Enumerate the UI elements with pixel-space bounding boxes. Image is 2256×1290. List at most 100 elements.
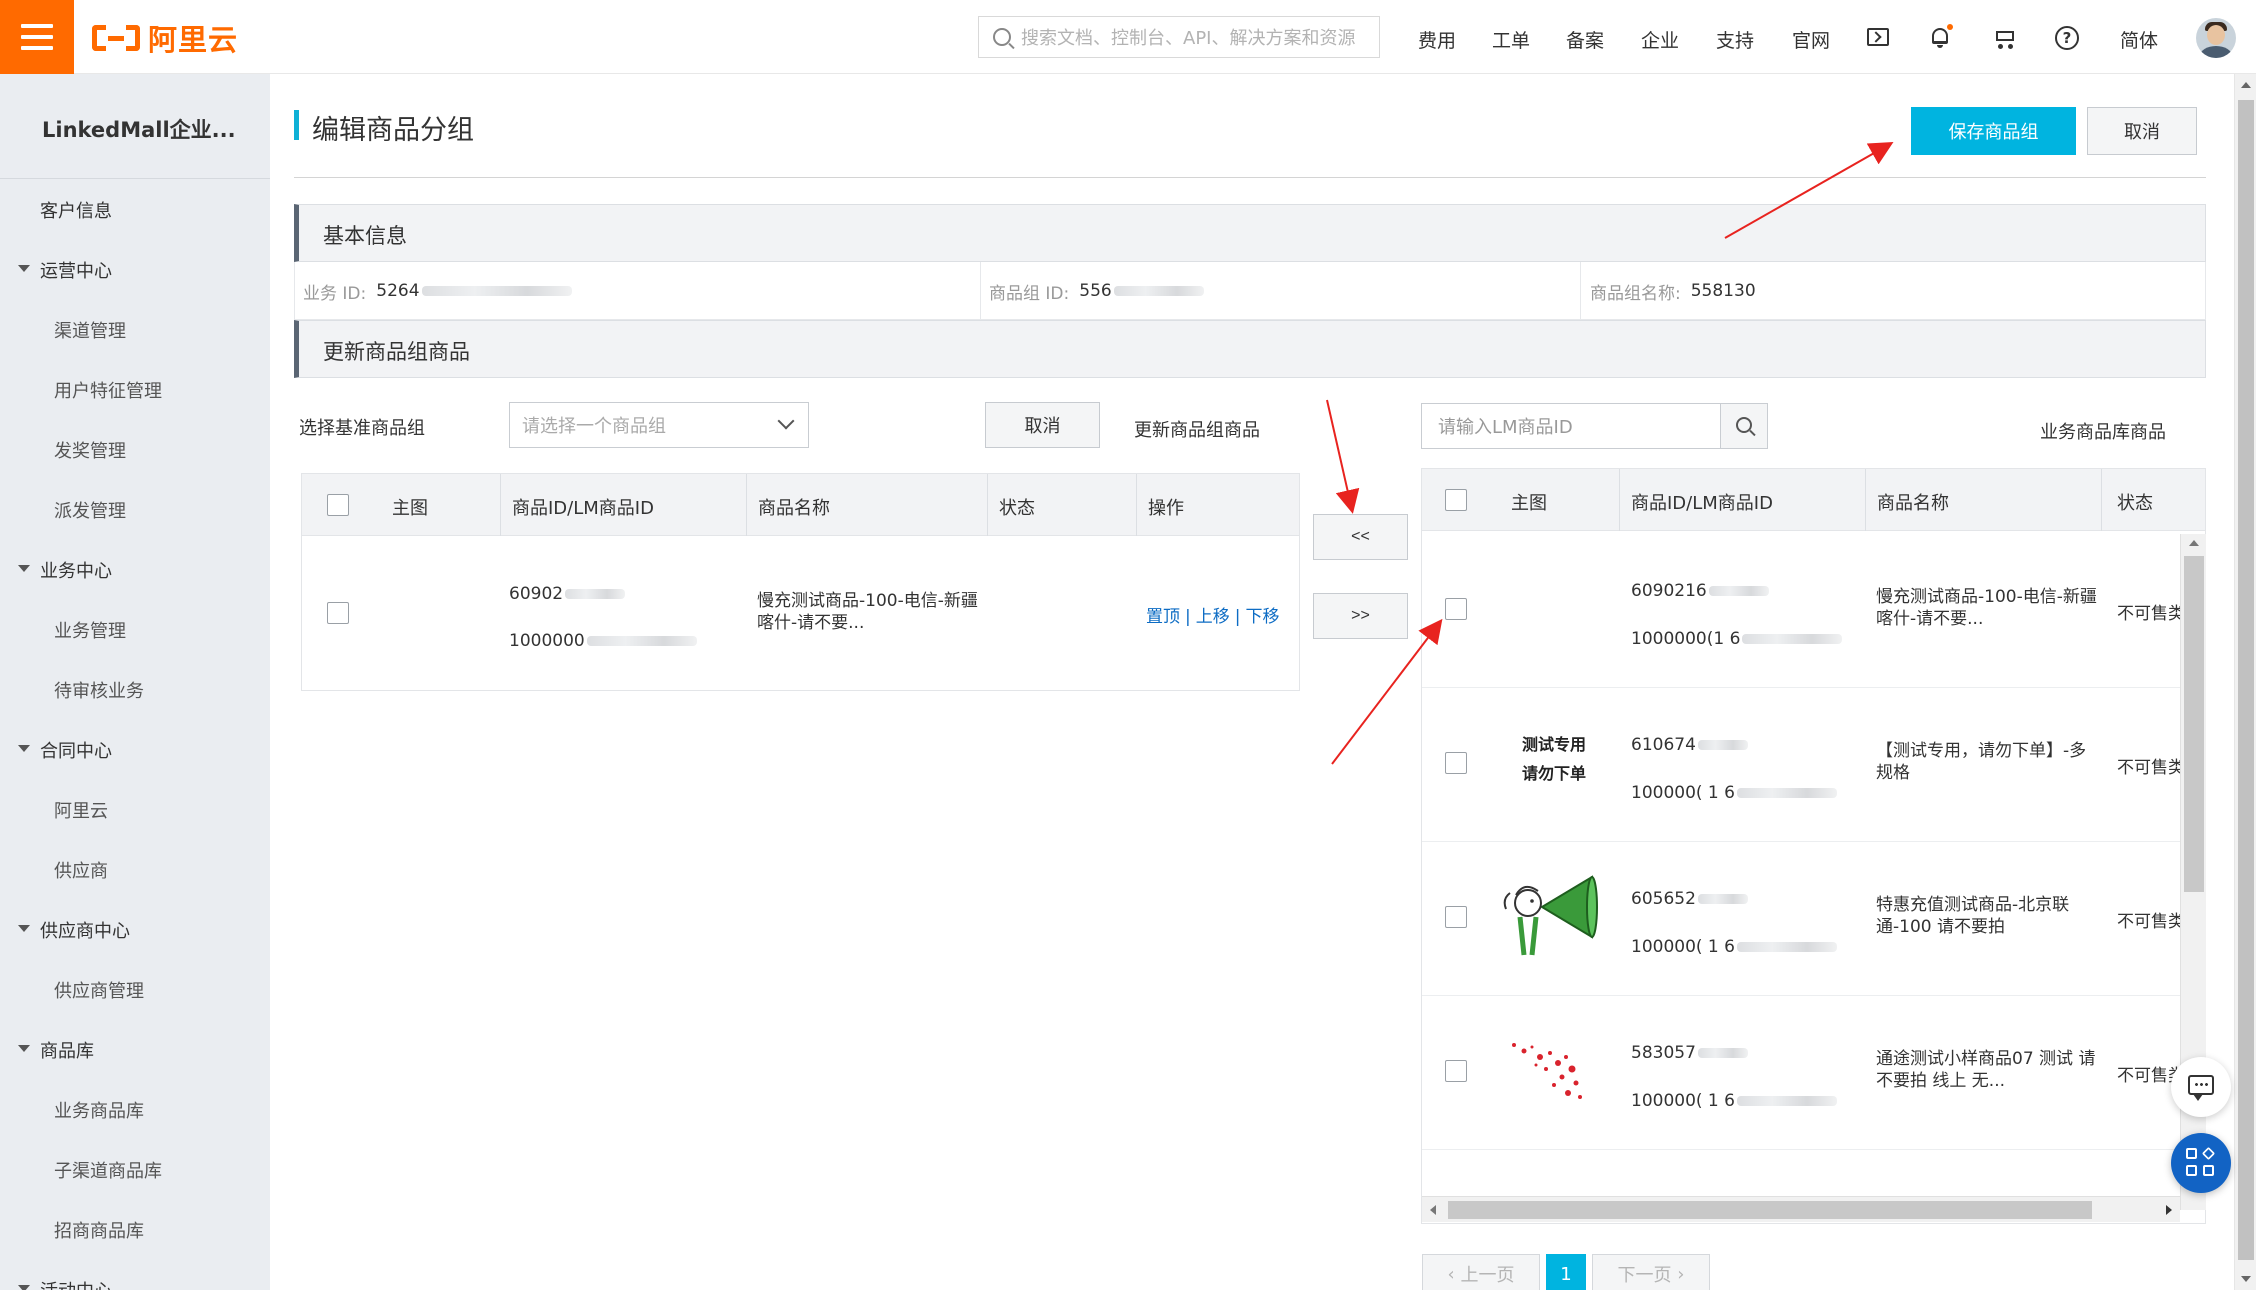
lm-product-id: 100000( 1 6: [1631, 783, 1837, 803]
right-table-horizontal-scrollbar[interactable]: [1422, 1196, 2180, 1222]
update-products-header: 更新商品组商品: [294, 320, 2206, 378]
sidebar-item-pending-review[interactable]: 待审核业务: [54, 677, 144, 703]
chevron-down-icon: [777, 412, 795, 430]
pin-top-link[interactable]: 置顶: [1146, 607, 1180, 627]
sidebar-item-suppliers[interactable]: 供应商: [54, 857, 108, 883]
right-select-all-checkbox[interactable]: [1445, 489, 1467, 511]
sidebar-group-supplier-center[interactable]: 供应商中心: [18, 917, 130, 943]
th-product-id: 商品ID/LM商品ID: [1631, 493, 1773, 514]
th-status: 状态: [2117, 493, 2153, 514]
caret-down-icon: [18, 265, 30, 272]
caret-down-icon: [18, 745, 30, 752]
sidebar-group-contracts[interactable]: 合同中心: [18, 737, 112, 763]
base-group-select[interactable]: 请选择一个商品组: [509, 402, 809, 448]
product-name: 慢充测试商品-100-电信-新疆喀什-请不要...: [757, 591, 978, 633]
product-status: 不可售类: [2117, 758, 2185, 778]
move-right-button[interactable]: >>: [1313, 593, 1408, 639]
sidebar-item-rewards[interactable]: 发奖管理: [54, 437, 126, 463]
row-checkbox[interactable]: [1445, 598, 1467, 620]
business-id-value: 5264: [376, 281, 420, 301]
group-id-value: 556: [1079, 281, 1112, 301]
cart-icon[interactable]: [1993, 28, 2015, 49]
global-search-input[interactable]: 搜索文档、控制台、API、解决方案和资源: [978, 16, 1380, 58]
sidebar-item-supplier-manage[interactable]: 供应商管理: [54, 977, 144, 1003]
left-list-caption: 更新商品组商品: [1134, 420, 1260, 441]
bell-icon[interactable]: [1930, 24, 1953, 48]
aliyun-logo[interactable]: 阿里云: [92, 20, 239, 57]
search-icon: [993, 28, 1011, 46]
apps-grid-icon[interactable]: [2171, 1133, 2231, 1193]
nav-fees[interactable]: 费用: [1418, 26, 1456, 53]
nav-language[interactable]: 简体: [2120, 26, 2158, 53]
product-id: 60902: [509, 584, 626, 604]
select-base-label: 选择基准商品组: [299, 418, 425, 439]
move-down-link[interactable]: 下移: [1245, 607, 1279, 627]
nav-enterprise[interactable]: 企业: [1641, 26, 1679, 53]
product-name: 通途测试小样商品07 测试 请不要拍 线上 无...: [1876, 1049, 2096, 1091]
move-left-button[interactable]: <<: [1313, 514, 1408, 560]
row-checkbox[interactable]: [1445, 1060, 1467, 1082]
nav-support[interactable]: 支持: [1716, 26, 1754, 53]
th-main-image: 主图: [392, 498, 428, 519]
product-status: 不可售类: [2117, 604, 2185, 624]
top-bar: 阿里云 搜索文档、控制台、API、解决方案和资源 费用 工单 备案 企业 支持 …: [0, 0, 2256, 74]
caret-down-icon: [18, 1285, 30, 1290]
sidebar-item-customer-info[interactable]: 客户信息: [40, 197, 112, 223]
sidebar-group-activities[interactable]: 活动中心: [18, 1277, 112, 1290]
sidebar-item-business-products[interactable]: 业务商品库: [54, 1097, 144, 1123]
row-checkbox[interactable]: [1445, 906, 1467, 928]
sidebar-group-product-library[interactable]: 商品库: [18, 1037, 94, 1063]
row-checkbox[interactable]: [327, 602, 349, 624]
redacted-value: [1113, 286, 1204, 296]
page-vertical-scrollbar[interactable]: [2234, 74, 2256, 1290]
menu-icon[interactable]: [0, 0, 74, 74]
avatar[interactable]: [2196, 18, 2236, 58]
base-group-select-placeholder: 请选择一个商品组: [522, 416, 666, 437]
th-product-name: 商品名称: [758, 498, 830, 519]
page-title: 编辑商品分组: [312, 115, 474, 146]
next-page-button[interactable]: 下一页 ›: [1592, 1254, 1710, 1290]
test-only-product-image: 测试专用 请勿下单: [1522, 735, 1587, 783]
sidebar: LinkedMall企业... 客户信息 运营中心 渠道管理 用户特征管理 发奖…: [0, 74, 270, 1290]
sidebar-item-subchannel-products[interactable]: 子渠道商品库: [54, 1157, 162, 1183]
sidebar-item-business-manage[interactable]: 业务管理: [54, 617, 126, 643]
nav-icp[interactable]: 备案: [1566, 26, 1604, 53]
basic-info-row: 业务 ID: 5264 商品组 ID: 556 商品组名称: 558130: [294, 262, 2206, 320]
sidebar-item-user-features[interactable]: 用户特征管理: [54, 377, 162, 403]
sidebar-item-merchant-products[interactable]: 招商商品库: [54, 1217, 144, 1243]
left-select-all-checkbox[interactable]: [327, 494, 349, 516]
sidebar-title: LinkedMall企业...: [42, 118, 236, 142]
move-up-link[interactable]: 上移: [1196, 607, 1230, 627]
update-products-title: 更新商品组商品: [323, 340, 470, 364]
th-status: 状态: [999, 498, 1035, 519]
product-id: 583057: [1631, 1043, 1748, 1063]
sidebar-item-channel[interactable]: 渠道管理: [54, 317, 126, 343]
help-icon[interactable]: ?: [2055, 26, 2079, 50]
lm-product-id: 100000( 1 6: [1631, 937, 1837, 957]
sidebar-item-aliyun[interactable]: 阿里云: [54, 797, 108, 823]
chat-icon[interactable]: [2171, 1057, 2231, 1117]
nav-official-site[interactable]: 官网: [1792, 26, 1830, 53]
basic-info-title: 基本信息: [323, 224, 407, 248]
arrow-to-move-left: [1326, 399, 1360, 514]
sidebar-group-business[interactable]: 业务中心: [18, 557, 112, 583]
sidebar-group-operations[interactable]: 运营中心: [18, 257, 112, 283]
prev-page-button[interactable]: ‹ 上一页: [1422, 1254, 1540, 1290]
th-main-image: 主图: [1511, 493, 1547, 514]
cancel-button[interactable]: 取消: [2087, 107, 2197, 155]
product-name: 【测试专用，请勿下单】-多规格: [1876, 741, 2087, 783]
terminal-icon[interactable]: [1867, 28, 1889, 46]
lm-id-search-input[interactable]: 请输入LM商品ID: [1421, 403, 1768, 449]
row-checkbox[interactable]: [1445, 752, 1467, 774]
lm-search-button[interactable]: [1720, 403, 1768, 449]
caret-down-icon: [18, 1045, 30, 1052]
cancel-selection-button[interactable]: 取消: [985, 402, 1100, 448]
sidebar-item-dispatch[interactable]: 派发管理: [54, 497, 126, 523]
product-status: 不可售类: [2117, 912, 2185, 932]
page-1-button[interactable]: 1: [1546, 1254, 1586, 1290]
logo-text: 阿里云: [148, 23, 239, 57]
petals-product-image: [1512, 1043, 1582, 1099]
nav-tickets[interactable]: 工单: [1492, 26, 1530, 53]
save-group-button[interactable]: 保存商品组: [1911, 107, 2076, 155]
business-id: 业务 ID: 5264: [303, 262, 572, 320]
